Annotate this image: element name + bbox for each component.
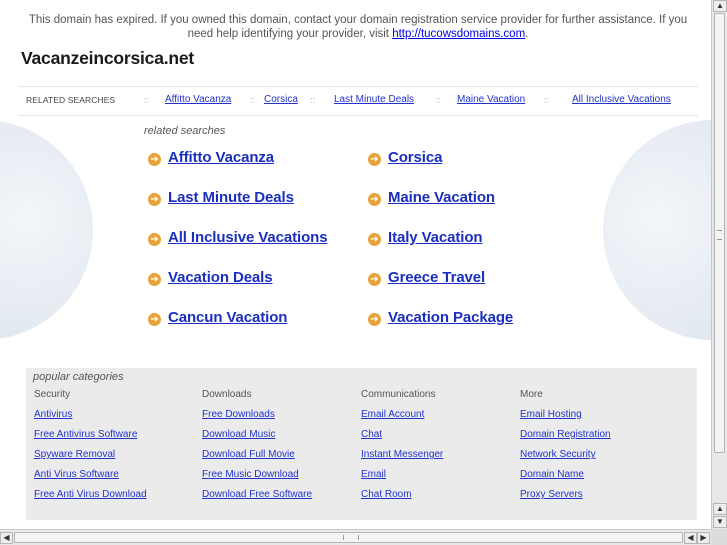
category-link[interactable]: Proxy Servers: [520, 489, 611, 509]
result-link-cancun-vacation[interactable]: Cancun Vacation: [168, 309, 287, 326]
scroll-left-icon[interactable]: ◀: [684, 532, 697, 544]
category-title: Communications: [361, 389, 436, 400]
category-link[interactable]: Antivirus: [34, 409, 147, 429]
related-bar-link-last-minute-deals[interactable]: Last Minute Deals: [334, 94, 414, 105]
category-title: More: [520, 389, 543, 400]
popular-categories-panel: popular categories Security Antivirus Fr…: [26, 368, 697, 520]
result-link-maine-vacation[interactable]: Maine Vacation: [388, 189, 495, 206]
arrow-right-icon: ➔: [148, 313, 161, 326]
grip-icon: [717, 230, 722, 240]
arrow-right-icon: ➔: [148, 273, 161, 286]
category-link[interactable]: Free Downloads: [202, 409, 312, 429]
category-link[interactable]: Chat Room: [361, 489, 443, 509]
separator: ::: [544, 95, 550, 105]
category-title: Security: [34, 389, 71, 400]
popular-categories-heading: popular categories: [33, 371, 124, 383]
category-link[interactable]: Instant Messenger: [361, 449, 443, 469]
related-searches-label: RELATED SEARCHES: [26, 95, 116, 105]
category-link[interactable]: Download Full Movie: [202, 449, 312, 469]
category-column-more: More Email Hosting Domain Registration N…: [520, 389, 611, 509]
category-link[interactable]: Email Hosting: [520, 409, 611, 429]
category-title: Downloads: [202, 389, 252, 400]
category-column-security: Security Antivirus Free Antivirus Softwa…: [34, 389, 147, 509]
decorative-circle-right: [603, 120, 711, 340]
scroll-up-icon[interactable]: ▲: [713, 503, 727, 515]
scroll-down-icon[interactable]: ▼: [713, 516, 727, 528]
page-viewport: This domain has expired. If you owned th…: [0, 0, 711, 529]
related-searches-bar: RELATED SEARCHES :: Affitto Vacanza :: C…: [18, 86, 698, 116]
related-bar-link-maine-vacation[interactable]: Maine Vacation: [457, 94, 525, 105]
related-bar-link-affitto-vacanza[interactable]: Affitto Vacanza: [165, 94, 231, 105]
result-link-italy-vacation[interactable]: Italy Vacation: [388, 229, 483, 246]
expired-notice-text: This domain has expired. If you owned th…: [28, 14, 688, 40]
related-searches-heading: related searches: [144, 125, 226, 137]
grip-icon: [343, 535, 359, 540]
category-link[interactable]: Domain Registration: [520, 429, 611, 449]
result-link-corsica[interactable]: Corsica: [388, 149, 442, 166]
category-link[interactable]: Email Account: [361, 409, 443, 429]
arrow-right-icon: ➔: [368, 153, 381, 166]
category-link[interactable]: Domain Name: [520, 469, 611, 489]
category-link[interactable]: Chat: [361, 429, 443, 449]
arrow-right-icon: ➔: [148, 233, 161, 246]
vertical-scroll-thumb[interactable]: [714, 13, 725, 453]
related-bar-link-corsica[interactable]: Corsica: [264, 94, 298, 105]
arrow-right-icon: ➔: [368, 193, 381, 206]
result-link-vacation-deals[interactable]: Vacation Deals: [168, 269, 273, 286]
scrollbar-corner: [711, 529, 727, 545]
arrow-right-icon: ➔: [148, 193, 161, 206]
result-link-all-inclusive-vacations[interactable]: All Inclusive Vacations: [168, 229, 328, 246]
arrow-right-icon: ➔: [368, 313, 381, 326]
category-link[interactable]: Network Security: [520, 449, 611, 469]
horizontal-scroll-thumb[interactable]: [14, 532, 683, 543]
category-link[interactable]: Spyware Removal: [34, 449, 147, 469]
scroll-left-icon[interactable]: ◀: [0, 532, 13, 544]
category-link[interactable]: Download Free Software: [202, 489, 312, 509]
arrow-right-icon: ➔: [368, 273, 381, 286]
category-link[interactable]: Free Antivirus Software: [34, 429, 147, 449]
separator: ::: [310, 95, 316, 105]
arrow-right-icon: ➔: [368, 233, 381, 246]
result-link-affitto-vacanza[interactable]: Affitto Vacanza: [168, 149, 274, 166]
decorative-circle-left: [0, 120, 93, 340]
expired-notice: This domain has expired. If you owned th…: [18, 14, 698, 41]
separator: ::: [436, 95, 442, 105]
scroll-right-icon[interactable]: ▶: [697, 532, 710, 544]
result-link-vacation-package[interactable]: Vacation Package: [388, 309, 513, 326]
category-link[interactable]: Download Music: [202, 429, 312, 449]
category-link[interactable]: Anti Virus Software: [34, 469, 147, 489]
result-link-greece-travel[interactable]: Greece Travel: [388, 269, 485, 286]
separator: ::: [250, 95, 256, 105]
tucows-link[interactable]: http://tucowsdomains.com: [392, 28, 525, 40]
category-link[interactable]: Free Anti Virus Download: [34, 489, 147, 509]
horizontal-scrollbar[interactable]: ◀ ◀ ▶: [0, 529, 711, 545]
site-title: Vacanzeincorsica.net: [21, 48, 195, 68]
expired-notice-end: .: [525, 27, 529, 40]
separator: ::: [144, 95, 150, 105]
category-link[interactable]: Email: [361, 469, 443, 489]
category-column-communications: Communications Email Account Chat Instan…: [361, 389, 443, 509]
category-link[interactable]: Free Music Download: [202, 469, 312, 489]
result-link-last-minute-deals[interactable]: Last Minute Deals: [168, 189, 294, 206]
scroll-up-icon[interactable]: ▲: [713, 0, 727, 12]
arrow-right-icon: ➔: [148, 153, 161, 166]
vertical-scrollbar[interactable]: ▲ ▲ ▼: [711, 0, 727, 529]
category-column-downloads: Downloads Free Downloads Download Music …: [202, 389, 312, 509]
related-bar-link-all-inclusive-vacations[interactable]: All Inclusive Vacations: [572, 94, 671, 105]
